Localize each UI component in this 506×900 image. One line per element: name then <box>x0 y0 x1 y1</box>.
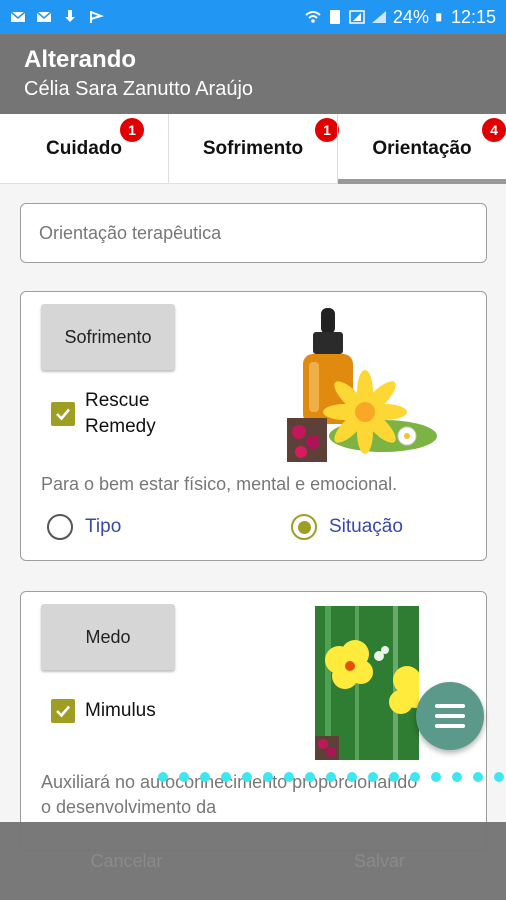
tab-badge: 4 <box>482 118 506 142</box>
radio-situacao[interactable]: Situação <box>291 514 403 540</box>
dropper-bottle-flower-image <box>287 306 437 464</box>
menu-fab-button[interactable] <box>416 682 484 750</box>
orientation-input[interactable] <box>39 222 468 244</box>
tab-cuidado[interactable]: Cuidado 1 <box>0 114 168 183</box>
remedy-checkbox-row[interactable]: Mimulus <box>51 698 156 724</box>
yellow-flower-image <box>315 606 419 760</box>
check-icon <box>56 408 70 421</box>
tab-sofrimento[interactable]: Sofrimento 1 <box>168 114 339 183</box>
tab-bar: Cuidado 1 Sofrimento 1 Orientação 4 <box>0 114 506 184</box>
notification-icons <box>10 10 104 24</box>
radio-button-selected[interactable] <box>291 514 317 540</box>
save-button[interactable]: Salvar <box>253 822 506 900</box>
menu-icon <box>435 714 465 718</box>
remedy-description: Para o bem estar físico, mental e emocio… <box>41 474 398 494</box>
tab-badge: 1 <box>315 118 339 142</box>
app-bar: Alterando Célia Sara Zanutto Araújo <box>0 34 506 114</box>
menu-icon <box>435 724 465 728</box>
status-bar: 24% 12:15 <box>0 0 506 34</box>
bottom-action-bar: Cancelar Salvar <box>0 822 506 900</box>
orientation-field-container <box>20 203 487 263</box>
cancel-button[interactable]: Cancelar <box>0 822 253 900</box>
battery-percent: 24% <box>392 6 429 27</box>
tab-orientacao[interactable]: Orientação 4 <box>337 114 506 184</box>
download-icon <box>65 10 75 22</box>
signal-icon <box>371 11 386 23</box>
system-icons: 24% 12:15 <box>305 7 496 28</box>
check-icon <box>56 705 70 718</box>
battery-icon <box>436 13 442 22</box>
clock: 12:15 <box>450 6 496 27</box>
flag-icon <box>90 11 104 23</box>
radio-tipo[interactable]: Tipo <box>47 514 121 540</box>
signal-icon <box>349 10 365 24</box>
remedy-label: Rescue Remedy <box>85 390 156 437</box>
page-title: Alterando <box>24 46 137 73</box>
remedy-checkbox-row[interactable]: Rescue Remedy <box>51 388 195 439</box>
radio-label: Situação <box>329 516 403 537</box>
remedy-label: Mimulus <box>85 700 156 721</box>
remedy-card: Sofrimento Rescue Remedy Para o bem esta… <box>20 291 487 561</box>
radio-button[interactable] <box>47 514 73 540</box>
radio-label: Tipo <box>85 516 122 537</box>
checkbox-checked[interactable] <box>51 698 75 723</box>
mail-icon <box>36 11 52 22</box>
tab-label: Sofrimento <box>202 137 304 159</box>
wifi-icon <box>305 11 321 23</box>
category-button-medo[interactable]: Medo <box>41 604 175 670</box>
loading-indicator <box>158 772 504 782</box>
menu-icon <box>435 704 465 708</box>
patient-name: Célia Sara Zanutto Araújo <box>24 78 254 100</box>
mail-icon <box>10 11 26 22</box>
checkbox-checked[interactable] <box>51 401 75 426</box>
sim-icon <box>329 10 340 24</box>
category-button-sofrimento[interactable]: Sofrimento <box>41 304 175 370</box>
tab-label: Orientação <box>372 137 472 159</box>
tab-badge: 1 <box>120 118 144 142</box>
tab-label: Cuidado <box>46 137 122 159</box>
